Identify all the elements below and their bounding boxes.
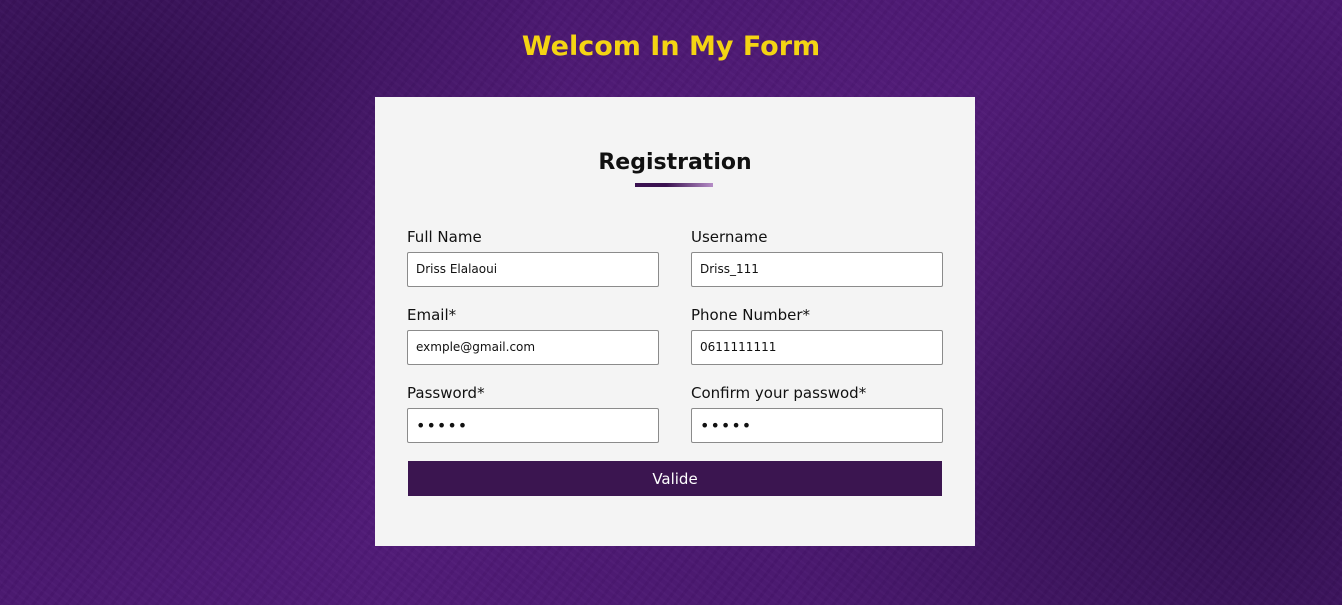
email-field: Email* exmple@gmail.com (407, 305, 659, 365)
phone-label: Phone Number* (691, 306, 810, 324)
title-underline (635, 183, 713, 187)
phone-field: Phone Number* 0611111111 (691, 305, 943, 365)
full-name-field: Full Name Driss Elalaoui (407, 227, 659, 287)
username-input[interactable]: Driss_111 (691, 252, 943, 287)
password-label: Password* (407, 384, 485, 402)
full-name-label: Full Name (407, 228, 482, 246)
username-label: Username (691, 228, 768, 246)
username-field: Username Driss_111 (691, 227, 943, 287)
submit-button[interactable]: Valide (408, 461, 942, 496)
email-label: Email* (407, 306, 457, 324)
full-name-input[interactable]: Driss Elalaoui (407, 252, 659, 287)
registration-card: Registration Full Name Driss Elalaoui Us… (375, 97, 975, 546)
email-input[interactable]: exmple@gmail.com (407, 330, 659, 365)
confirm-password-input[interactable]: ••••• (691, 408, 943, 443)
password-field: Password* ••••• (407, 383, 659, 443)
confirm-password-label: Confirm your passwod* (691, 384, 867, 402)
phone-input[interactable]: 0611111111 (691, 330, 943, 365)
confirm-password-field: Confirm your passwod* ••••• (691, 383, 943, 443)
password-input[interactable]: ••••• (407, 408, 659, 443)
form-title: Registration (598, 150, 752, 175)
page-title: Welcom In My Form (521, 31, 821, 62)
